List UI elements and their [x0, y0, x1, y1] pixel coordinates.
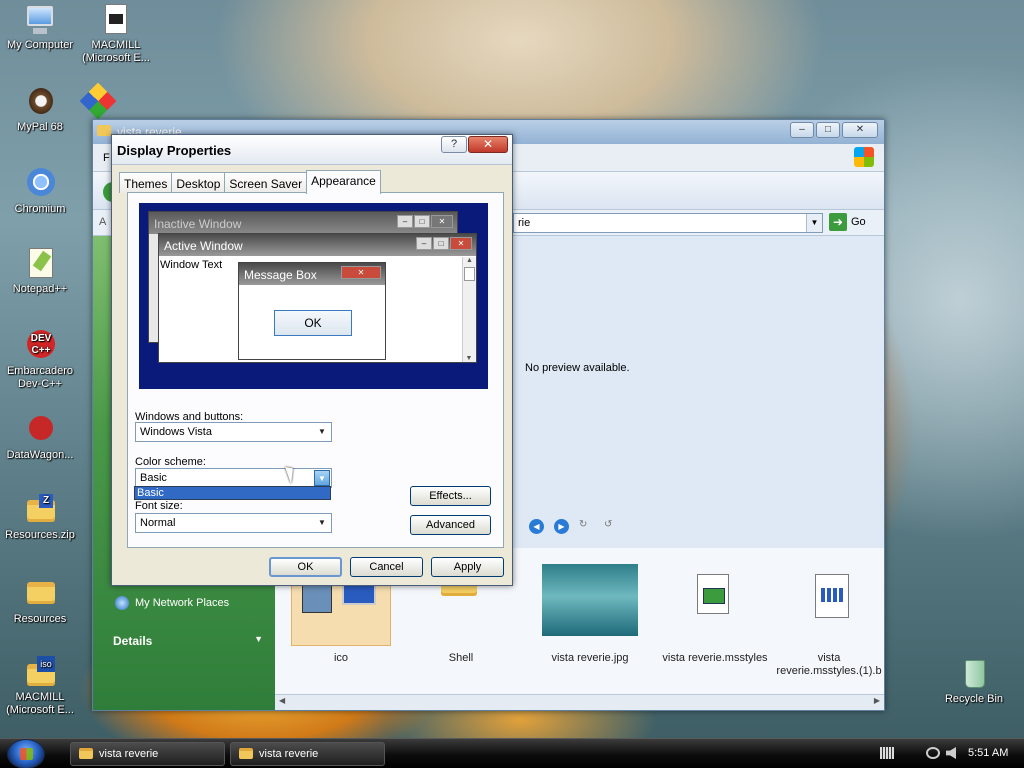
- horizontal-scrollbar[interactable]: ◀ ▶: [275, 694, 884, 710]
- start-button[interactable]: [7, 739, 45, 768]
- my-network-places-link[interactable]: My Network Places: [115, 596, 229, 610]
- notepadpp-icon: [23, 248, 57, 280]
- app-icon: [79, 82, 117, 120]
- thumbnail-vista-reverie-jpg[interactable]: vista reverie.jpg: [525, 552, 655, 664]
- chevron-down-icon: ▼: [318, 427, 326, 436]
- tab-themes[interactable]: Themes: [119, 172, 173, 193]
- folder-icon: [79, 748, 93, 759]
- volume-icon[interactable]: [946, 747, 956, 759]
- devcpp-icon: DEV C++: [23, 330, 57, 362]
- preview-message-box: Message Box ✕ OK: [238, 262, 386, 360]
- iso-icon: iso: [23, 656, 57, 688]
- color-scheme-select[interactable]: Basic ▼: [135, 468, 332, 488]
- network-icon: [115, 596, 129, 610]
- chromium-icon: [23, 168, 57, 200]
- thumbnail-msstyles-backup[interactable]: vista reverie.msstyles.(1).b: [775, 552, 883, 678]
- color-scheme-dropdown-list: Basic: [134, 486, 331, 500]
- effects-button[interactable]: Effects...: [410, 486, 491, 506]
- tab-screen-saver[interactable]: Screen Saver: [224, 172, 308, 193]
- preview-controls: ◀ ▶ ↻ ↺: [529, 519, 619, 534]
- preview-ok-button: OK: [274, 310, 352, 336]
- ok-button[interactable]: OK: [269, 557, 342, 577]
- desktop-icon-resources[interactable]: Resources: [0, 578, 80, 626]
- tab-bar: Themes Desktop Screen Saver Appearance: [119, 170, 381, 194]
- tab-desktop[interactable]: Desktop: [171, 172, 226, 193]
- no-preview-text: No preview available.: [525, 362, 630, 374]
- display-properties-dialog: Display Properties ? ✕ Themes Desktop Sc…: [111, 134, 513, 586]
- help-button[interactable]: ?: [441, 136, 467, 153]
- go-arrow-icon: ➜: [829, 213, 847, 231]
- windows-logo-icon: [854, 147, 874, 167]
- font-size-label: Font size:: [135, 500, 183, 512]
- desktop-icon-resources-zip[interactable]: Z Resources.zip: [0, 494, 80, 542]
- previous-icon[interactable]: ◀: [529, 519, 544, 534]
- datawagon-icon: [23, 414, 57, 446]
- desktop-icon-notepadpp[interactable]: Notepad++: [0, 248, 80, 296]
- minimize-button[interactable]: –: [790, 122, 814, 138]
- rotate-clockwise-icon[interactable]: ↻: [579, 519, 594, 534]
- close-button[interactable]: ✕: [842, 122, 878, 138]
- scroll-left-icon[interactable]: ◀: [279, 696, 285, 705]
- rotate-counterclockwise-icon[interactable]: ↺: [604, 519, 619, 534]
- font-size-select[interactable]: Normal ▼: [135, 513, 332, 533]
- cancel-button[interactable]: Cancel: [350, 557, 423, 577]
- windows-and-buttons-select[interactable]: Windows Vista ▼: [135, 422, 332, 442]
- chevron-down-icon[interactable]: ▼: [806, 214, 822, 232]
- mypal-browser-icon: [23, 86, 57, 118]
- taskbar-clock[interactable]: 5:51 AM: [968, 747, 1008, 759]
- chevron-down-icon: ▼: [318, 518, 326, 527]
- advanced-button[interactable]: Advanced: [410, 515, 491, 535]
- chevron-down-icon: ▼: [254, 634, 263, 644]
- chevron-down-icon[interactable]: ▼: [314, 470, 330, 486]
- folder-icon: [97, 125, 111, 136]
- tab-appearance[interactable]: Appearance: [306, 170, 381, 194]
- network-tray-icon[interactable]: [926, 747, 940, 759]
- desktop-icon-devcpp[interactable]: DEV C++ Embarcadero Dev-C++: [0, 330, 80, 391]
- computer-icon: [23, 4, 57, 36]
- msstyles-file-icon: [665, 552, 765, 646]
- desktop-icon-macmill-top[interactable]: MACMILL (Microsoft E...: [76, 4, 156, 65]
- next-icon[interactable]: ▶: [554, 519, 569, 534]
- scroll-right-icon[interactable]: ▶: [874, 696, 880, 705]
- taskbar: vista reverie vista reverie 5:51 AM: [0, 738, 1024, 768]
- desktop-icon-chromium[interactable]: Chromium: [0, 168, 80, 216]
- preview-window-text: Window Text: [160, 259, 223, 271]
- color-scheme-option-basic[interactable]: Basic: [135, 487, 330, 499]
- keyboard-icon[interactable]: [880, 747, 894, 759]
- desktop-icon-macmill-bottom[interactable]: iso MACMILL (Microsoft E...: [0, 656, 80, 717]
- details-section[interactable]: Details ▼: [113, 634, 263, 648]
- desktop-icon-my-computer[interactable]: My Computer: [0, 4, 80, 52]
- desktop-icon-datawagon[interactable]: DataWagon...: [0, 414, 80, 462]
- disc-image-icon: [99, 4, 133, 36]
- taskbar-item-vista-reverie-1[interactable]: vista reverie: [70, 742, 225, 766]
- dialog-title: Display Properties: [117, 143, 232, 158]
- go-button[interactable]: ➜ Go: [829, 213, 866, 231]
- folder-icon: [239, 748, 253, 759]
- desktop-icon-recycle-bin[interactable]: Recycle Bin: [934, 658, 1014, 706]
- folder-icon: [23, 578, 57, 610]
- menu-file[interactable]: F: [103, 152, 110, 164]
- maximize-button[interactable]: □: [816, 122, 840, 138]
- appearance-preview: Inactive Window – □ ✕ Active Window – □ ✕ Wi…: [139, 203, 488, 389]
- address-input[interactable]: rie ▼: [513, 213, 823, 233]
- thumbnail-msstyles[interactable]: vista reverie.msstyles: [653, 552, 777, 664]
- image-thumbnail: [542, 564, 638, 636]
- preview-scrollbar: ▲ ▼: [462, 257, 476, 362]
- address-label: A: [99, 216, 107, 228]
- recycle-bin-icon: [957, 658, 991, 690]
- file-icon: [779, 552, 879, 646]
- color-scheme-label: Color scheme:: [135, 456, 206, 468]
- dialog-close-button[interactable]: ✕: [468, 136, 508, 153]
- apply-button[interactable]: Apply: [431, 557, 504, 577]
- taskbar-item-vista-reverie-2[interactable]: vista reverie: [230, 742, 385, 766]
- zip-folder-icon: Z: [23, 494, 57, 526]
- desktop-icon-mypal[interactable]: MyPal 68: [0, 86, 80, 134]
